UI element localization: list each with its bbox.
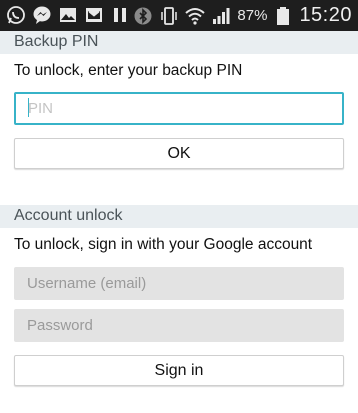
backup-pin-title: Backup PIN bbox=[14, 33, 99, 50]
vibrate-icon bbox=[159, 6, 179, 26]
clock: 15:20 bbox=[299, 4, 352, 26]
sign-in-button[interactable]: Sign in bbox=[14, 355, 344, 386]
pause-icon bbox=[110, 5, 130, 25]
password-input[interactable] bbox=[14, 309, 344, 342]
whatsapp-icon bbox=[6, 5, 26, 25]
bluetooth-icon bbox=[133, 6, 153, 26]
username-input[interactable] bbox=[14, 267, 344, 300]
account-unlock-header: Account unlock bbox=[0, 205, 358, 228]
gallery-icon bbox=[58, 5, 78, 25]
backup-pin-header: Backup PIN bbox=[0, 31, 358, 54]
wifi-icon bbox=[185, 6, 206, 26]
ok-button[interactable]: OK bbox=[14, 138, 344, 169]
pin-input[interactable] bbox=[14, 92, 344, 125]
account-unlock-title: Account unlock bbox=[14, 207, 123, 224]
text-cursor bbox=[28, 98, 29, 117]
notification-icons bbox=[6, 5, 130, 25]
backup-pin-description: To unlock, enter your backup PIN bbox=[14, 62, 243, 79]
battery-icon bbox=[273, 6, 293, 26]
signal-icon bbox=[211, 6, 231, 26]
email-icon bbox=[84, 5, 104, 25]
battery-percent: 87% bbox=[237, 7, 268, 24]
account-unlock-description: To unlock, sign in with your Google acco… bbox=[14, 236, 313, 253]
system-icons: 87% 15:20 bbox=[133, 4, 352, 27]
status-bar: 87% 15:20 bbox=[0, 0, 358, 31]
messenger-icon bbox=[32, 5, 52, 25]
